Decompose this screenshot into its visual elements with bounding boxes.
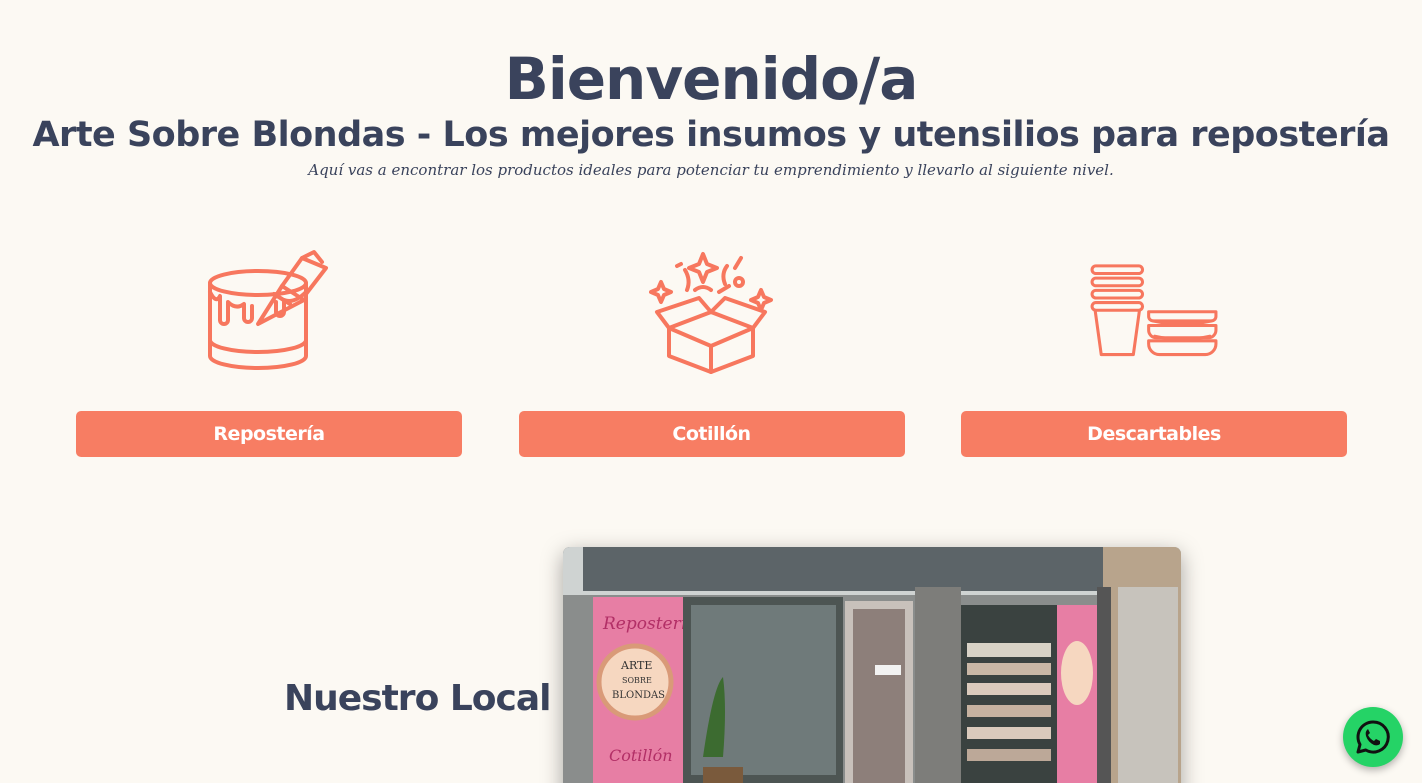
page-subtitle: Arte Sobre Blondas - Los mejores insumos…	[32, 115, 1390, 155]
svg-text:Cotillón: Cotillón	[609, 746, 673, 765]
svg-text:Repostería: Repostería	[602, 614, 696, 634]
category-reposteria: Repostería	[76, 248, 462, 457]
cake-piping-bag-icon	[204, 248, 334, 374]
page-tagline: Aquí vas a encontrar los productos ideal…	[308, 161, 1114, 179]
category-button-cotillon[interactable]: Cotillón	[518, 411, 905, 457]
party-box-icon	[647, 248, 777, 374]
categories-section: Repostería Cotillón Descartables	[76, 248, 1347, 457]
whatsapp-button[interactable]	[1343, 707, 1403, 767]
category-button-descartables[interactable]: Descartables	[961, 411, 1347, 457]
cups-plates-icon	[1089, 248, 1219, 374]
svg-text:SOBRE: SOBRE	[622, 676, 652, 685]
whatsapp-icon	[1356, 720, 1390, 754]
hero-section: Bienvenido/a Arte Sobre Blondas - Los me…	[0, 0, 1422, 179]
category-cotillon: Cotillón	[518, 248, 905, 457]
store-photo: Repostería ARTE SOBRE BLONDAS Cotillón	[563, 547, 1181, 783]
category-button-reposteria[interactable]: Repostería	[76, 411, 462, 457]
page-title: Bienvenido/a	[504, 45, 919, 113]
local-title: Nuestro Local	[284, 678, 551, 719]
svg-text:BLONDAS: BLONDAS	[612, 690, 665, 701]
svg-text:ARTE: ARTE	[620, 659, 652, 672]
category-descartables: Descartables	[961, 248, 1347, 457]
